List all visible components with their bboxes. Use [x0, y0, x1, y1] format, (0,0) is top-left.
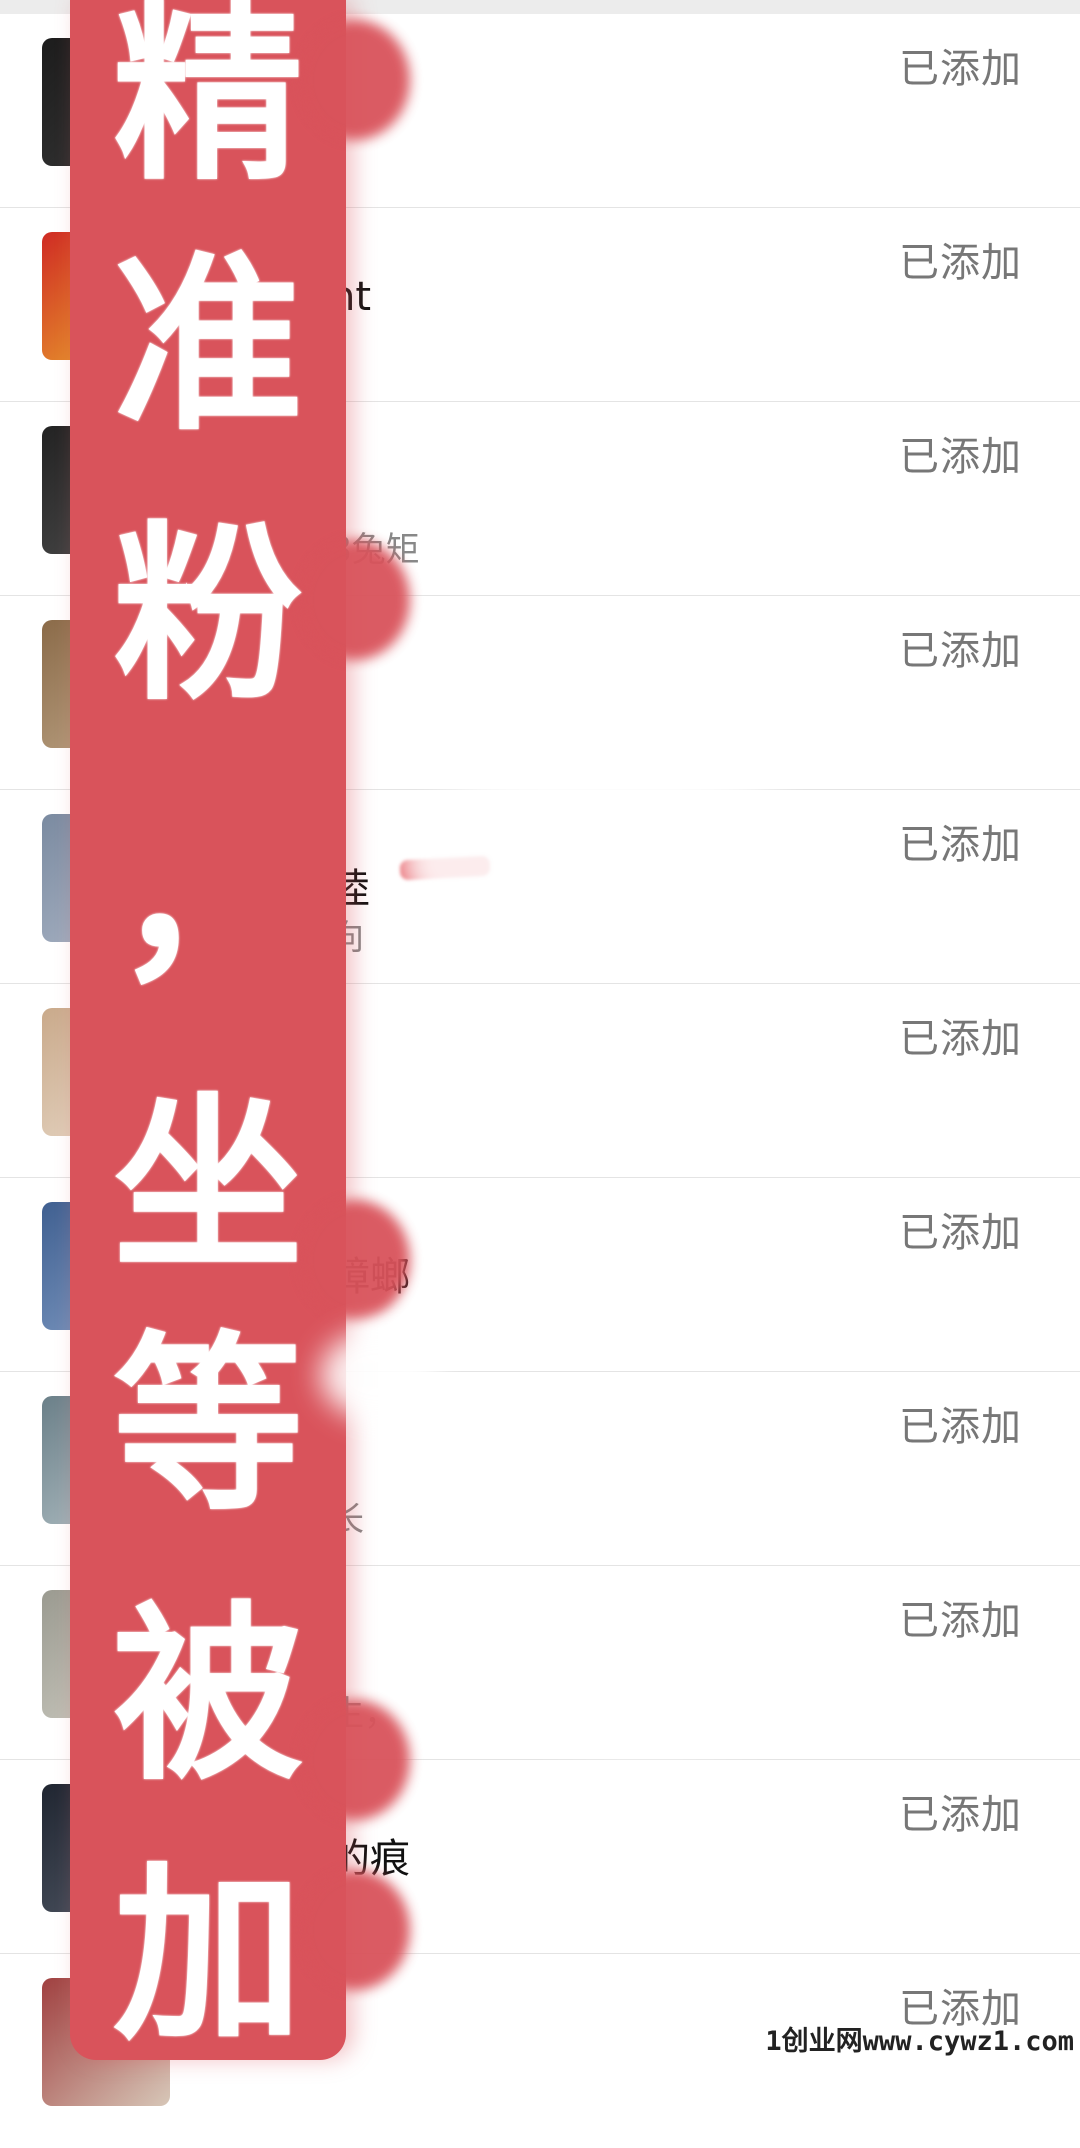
- blur-patch: [320, 1330, 440, 1420]
- banner-character: 被: [112, 1583, 303, 1806]
- added-status-label: 已添加: [899, 1016, 1022, 1062]
- blur-patch: [470, 1600, 830, 1750]
- added-status-label: 已添加: [899, 1598, 1022, 1644]
- banner-character: 加: [112, 1843, 303, 2066]
- blur-patch: [400, 760, 820, 960]
- banner-character: 准: [112, 233, 303, 456]
- added-status-label: 已添加: [899, 1210, 1022, 1256]
- added-status-label: 已添加: [899, 628, 1022, 674]
- banner-character: 精: [112, 0, 303, 206]
- promo-banner: 精准粉 ， 坐等被加: [70, 0, 410, 2066]
- added-status-label: 已添加: [899, 434, 1022, 480]
- added-status-label: 已添加: [899, 1404, 1022, 1450]
- added-status-label: 已添加: [899, 46, 1022, 92]
- banner-character: 粉: [112, 503, 303, 726]
- added-status-label: 已添加: [899, 822, 1022, 868]
- banner-character: 坐: [112, 1073, 303, 1296]
- banner-character: 等: [112, 1313, 303, 1536]
- added-status-label: 已添加: [899, 240, 1022, 286]
- site-watermark: 1创业网www.cywz1.com: [765, 2026, 1074, 2057]
- banner-character: ，: [112, 783, 303, 1006]
- added-status-label: 已添加: [899, 1792, 1022, 1838]
